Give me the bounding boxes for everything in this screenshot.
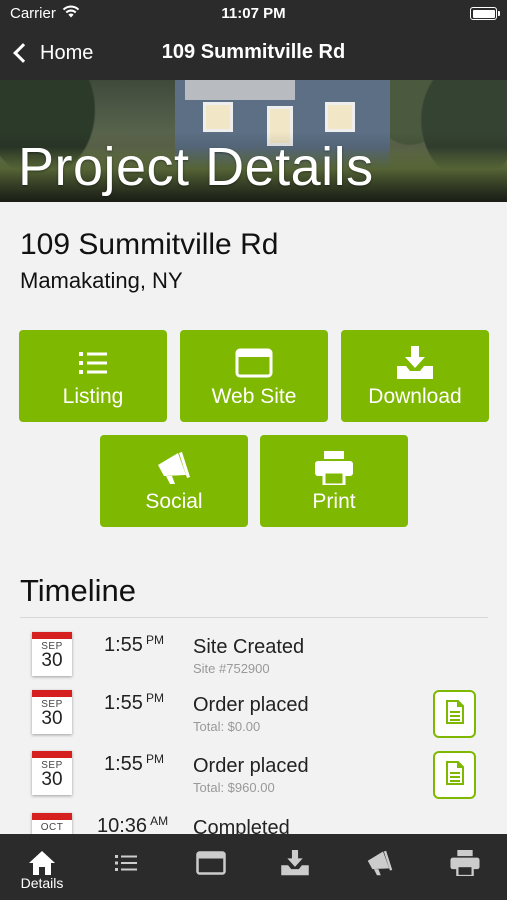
tab-details[interactable]: Details [0,834,84,900]
tab-print[interactable] [423,834,507,900]
timeline-detail: Total: $0.00 [193,719,261,734]
calendar-icon: SEP 30 [32,751,72,795]
divider [20,617,488,618]
document-icon [445,699,464,729]
page-heading: Project Details [18,137,374,197]
document-button[interactable] [433,690,476,738]
listing-button-label: Listing [62,385,124,408]
download-icon [253,848,337,878]
tab-download[interactable] [253,834,337,900]
browser-window-icon [180,346,328,380]
nav-title: 109 Summitville Rd [161,41,346,63]
property-address: 109 Summitville Rd Mamakating, NY [20,228,278,294]
calendar-icon: SEP 30 [32,632,72,676]
social-button-label: Social [145,490,203,513]
timeline-detail: Total: $960.00 [193,780,275,795]
timeline-time: 1:55 PM [104,691,164,714]
tab-social[interactable] [338,834,422,900]
tab-bar: Details [0,834,507,900]
download-button-label: Download [368,385,462,408]
timeline-item: SEP 30 1:55 PM Order placed Total: $960.0… [0,751,507,811]
megaphone-icon [100,451,248,485]
download-button[interactable]: Download [341,330,489,422]
timeline-detail: Site #752900 [193,661,270,676]
printer-icon [260,451,408,485]
timeline-item: SEP 30 1:55 PM Order placed Total: $0.00 [0,690,507,750]
list-icon [19,346,167,380]
timeline-event: Order placed [193,755,309,777]
timeline-event: Order placed [193,694,309,716]
tab-website[interactable] [169,834,253,900]
list-icon [84,848,168,878]
print-button-label: Print [312,490,356,513]
printer-icon [423,848,507,878]
home-icon [0,848,84,878]
timeline-time: 1:55 PM [104,633,164,656]
timeline-time: 1:55 PM [104,752,164,775]
megaphone-icon [338,848,422,878]
hero-banner: Project Details [0,80,507,202]
timeline-heading: Timeline [20,573,136,608]
document-icon [445,760,464,790]
browser-window-icon [169,848,253,878]
website-button-label: Web Site [211,385,297,408]
street-address: 109 Summitville Rd [20,228,279,261]
print-button[interactable]: Print [260,435,408,527]
tab-listing[interactable] [84,834,168,900]
timeline-item: SEP 30 1:55 PM Site Created Site #752900 [0,632,507,692]
clock: 11:07 PM [221,5,286,22]
calendar-icon: SEP 30 [32,690,72,734]
status-bar: Carrier 11:07 PM [0,0,507,26]
website-button[interactable]: Web Site [180,330,328,422]
navigation-bar: Home 109 Summitville Rd [0,26,507,80]
tab-details-label: Details [20,875,64,891]
listing-button[interactable]: Listing [19,330,167,422]
city-state: Mamakating, NY [20,268,183,293]
social-button[interactable]: Social [100,435,248,527]
document-button[interactable] [433,751,476,799]
timeline-event: Site Created [193,636,305,658]
download-icon [341,346,489,380]
battery-icon [470,7,500,20]
